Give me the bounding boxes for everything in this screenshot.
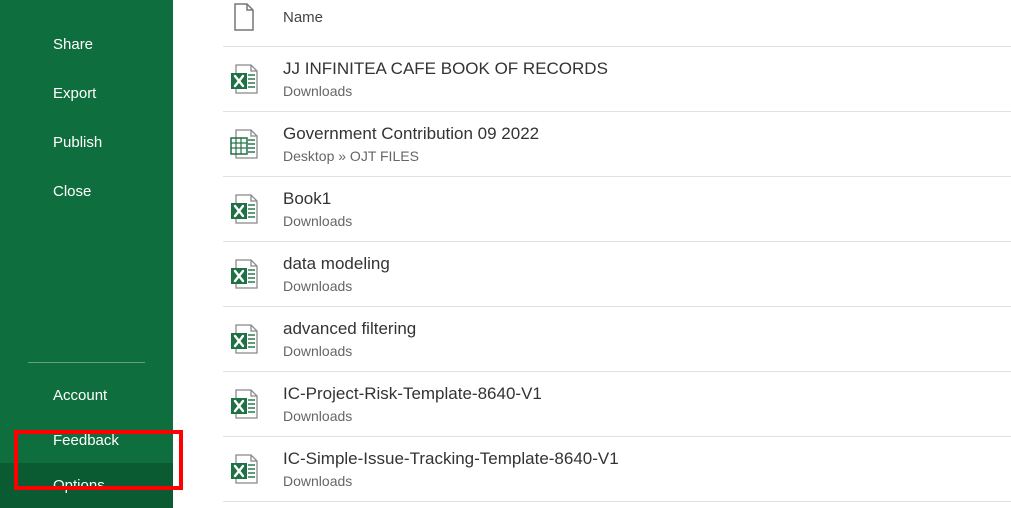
file-row[interactable]: IC-Project-Risk-Template-8640-V1 Downloa…: [223, 372, 1011, 437]
sidebar-label: Feedback: [53, 432, 119, 449]
backstage-sidebar: Share Export Publish Close Account Feedb…: [0, 0, 173, 508]
excel-file-icon: [227, 322, 261, 356]
sidebar-item-export[interactable]: Export: [0, 69, 173, 118]
file-row[interactable]: IC-Simple-Issue-Tracking-Template-8640-V…: [223, 437, 1011, 502]
file-name: IC-Project-Risk-Template-8640-V1: [283, 384, 542, 404]
excel-file-icon: [227, 452, 261, 486]
sidebar-item-account[interactable]: Account: [0, 373, 173, 418]
file-path: Downloads: [283, 408, 542, 424]
excel-file-icon: [227, 192, 261, 226]
file-row[interactable]: Government Contribution 09 2022 Desktop …: [223, 112, 1011, 177]
file-path: Downloads: [283, 343, 416, 359]
file-path: Downloads: [283, 473, 619, 489]
column-header-name: Name: [283, 9, 323, 26]
file-list-header: Name: [223, 0, 1011, 47]
file-name: Book1: [283, 189, 352, 209]
file-name: Government Contribution 09 2022: [283, 124, 539, 144]
file-name: data modeling: [283, 254, 390, 274]
excel-file-icon: [227, 127, 261, 161]
excel-file-icon: [227, 387, 261, 421]
file-path: Desktop » OJT FILES: [283, 148, 539, 164]
file-row[interactable]: Book1 Downloads: [223, 177, 1011, 242]
file-name: JJ INFINITEA CAFE BOOK OF RECORDS: [283, 59, 608, 79]
sidebar-divider: [28, 362, 145, 363]
sidebar-label: Account: [53, 387, 107, 404]
excel-file-icon: [227, 257, 261, 291]
sidebar-item-close[interactable]: Close: [0, 167, 173, 216]
recent-files-pane: Name JJ INFINITEA CAFE BOOK OF RECORDS D…: [173, 0, 1011, 508]
file-row[interactable]: advanced filtering Downloads: [223, 307, 1011, 372]
sidebar-item-options[interactable]: Options: [0, 463, 173, 508]
file-row[interactable]: JJ INFINITEA CAFE BOOK OF RECORDS Downlo…: [223, 47, 1011, 112]
file-row[interactable]: data modeling Downloads: [223, 242, 1011, 307]
file-path: Downloads: [283, 278, 390, 294]
file-path: Downloads: [283, 83, 608, 99]
blank-file-icon: [227, 0, 261, 34]
file-path: Downloads: [283, 213, 352, 229]
excel-file-icon: [227, 62, 261, 96]
sidebar-label: Options: [53, 477, 105, 494]
sidebar-label: Share: [53, 36, 93, 53]
sidebar-item-feedback[interactable]: Feedback: [0, 418, 173, 463]
sidebar-label: Publish: [53, 134, 102, 151]
file-name: IC-Simple-Issue-Tracking-Template-8640-V…: [283, 449, 619, 469]
sidebar-item-publish[interactable]: Publish: [0, 118, 173, 167]
sidebar-item-share[interactable]: Share: [0, 20, 173, 69]
file-name: advanced filtering: [283, 319, 416, 339]
sidebar-label: Close: [53, 183, 91, 200]
sidebar-label: Export: [53, 85, 96, 102]
